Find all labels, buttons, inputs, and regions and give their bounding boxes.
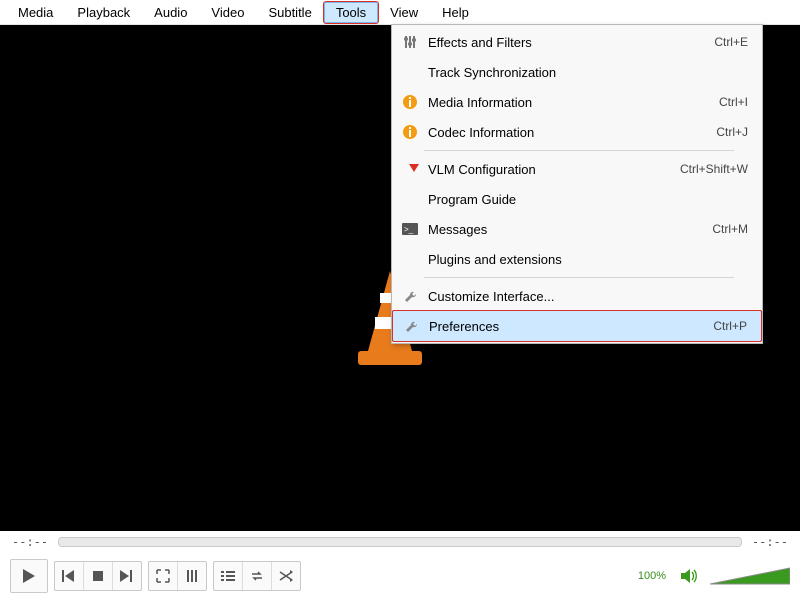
menu-media-info[interactable]: Media Information Ctrl+I xyxy=(392,87,762,117)
ext-settings-button[interactable] xyxy=(178,562,206,590)
controls-bar: 100% xyxy=(0,553,800,599)
volume-slider[interactable] xyxy=(710,566,790,586)
menu-playback[interactable]: Playback xyxy=(65,2,142,23)
playlist-group xyxy=(213,561,301,591)
menu-messages[interactable]: >_ Messages Ctrl+M xyxy=(392,214,762,244)
menu-separator xyxy=(424,277,734,278)
playlist-button[interactable] xyxy=(214,562,243,590)
menuitem-label: Program Guide xyxy=(422,192,748,207)
seek-row: --:-- --:-- xyxy=(0,531,800,553)
menu-separator xyxy=(424,150,734,151)
menuitem-accel: Ctrl+E xyxy=(714,35,748,49)
callout-arrow-icon xyxy=(409,164,419,172)
menu-customize-interface[interactable]: Customize Interface... xyxy=(392,281,762,311)
loop-button[interactable] xyxy=(243,562,272,590)
menuitem-accel: Ctrl+Shift+W xyxy=(680,162,748,176)
menu-track-sync[interactable]: Track Synchronization xyxy=(392,57,762,87)
play-button[interactable] xyxy=(10,559,48,593)
seek-slider[interactable] xyxy=(58,537,742,547)
menubar: Media Playback Audio Video Subtitle Tool… xyxy=(0,0,800,25)
menu-subtitle[interactable]: Subtitle xyxy=(256,2,323,23)
menuitem-label: Codec Information xyxy=(422,125,716,140)
menuitem-label: VLM Configuration xyxy=(422,162,680,177)
sliders-icon xyxy=(398,32,422,52)
menuitem-accel: Ctrl+J xyxy=(716,125,748,139)
skip-group xyxy=(54,561,142,591)
menu-codec-info[interactable]: Codec Information Ctrl+J xyxy=(392,117,762,147)
menuitem-label: Media Information xyxy=(422,95,719,110)
menu-video[interactable]: Video xyxy=(199,2,256,23)
menu-vlm-config[interactable]: VLM Configuration Ctrl+Shift+W xyxy=(392,154,762,184)
time-remaining: --:-- xyxy=(752,535,788,549)
menu-effects-filters[interactable]: Effects and Filters Ctrl+E xyxy=(392,27,762,57)
tools-dropdown: Effects and Filters Ctrl+E Track Synchro… xyxy=(391,24,763,344)
wrench-icon xyxy=(398,286,422,306)
menuitem-label: Effects and Filters xyxy=(422,35,714,50)
info-icon xyxy=(398,122,422,142)
menuitem-label: Preferences xyxy=(423,319,713,334)
menu-program-guide[interactable]: Program Guide xyxy=(392,184,762,214)
menuitem-label: Customize Interface... xyxy=(422,289,748,304)
terminal-icon: >_ xyxy=(398,219,422,239)
mute-button[interactable] xyxy=(674,562,704,590)
stop-button[interactable] xyxy=(84,562,113,590)
menuitem-accel: Ctrl+P xyxy=(713,319,747,333)
menuitem-label: Track Synchronization xyxy=(422,65,748,80)
menuitem-accel: Ctrl+M xyxy=(712,222,748,236)
fullscreen-button[interactable] xyxy=(149,562,178,590)
info-icon xyxy=(398,92,422,112)
time-elapsed: --:-- xyxy=(12,535,48,549)
menu-plugins-ext[interactable]: Plugins and extensions xyxy=(392,244,762,274)
next-button[interactable] xyxy=(113,562,141,590)
menuitem-label: Plugins and extensions xyxy=(422,252,748,267)
menu-help[interactable]: Help xyxy=(430,2,481,23)
menuitem-label: Messages xyxy=(422,222,712,237)
menu-preferences[interactable]: Preferences Ctrl+P xyxy=(392,310,762,342)
view-group xyxy=(148,561,207,591)
menu-tools[interactable]: Tools xyxy=(324,2,378,23)
menu-media[interactable]: Media xyxy=(6,2,65,23)
prev-button[interactable] xyxy=(55,562,84,590)
menu-view[interactable]: View xyxy=(378,2,430,23)
volume-text: 100% xyxy=(638,570,666,582)
menuitem-accel: Ctrl+I xyxy=(719,95,748,109)
svg-text:>_: >_ xyxy=(404,225,414,234)
shuffle-button[interactable] xyxy=(272,562,300,590)
wrench-icon xyxy=(399,316,423,336)
menu-audio[interactable]: Audio xyxy=(142,2,199,23)
